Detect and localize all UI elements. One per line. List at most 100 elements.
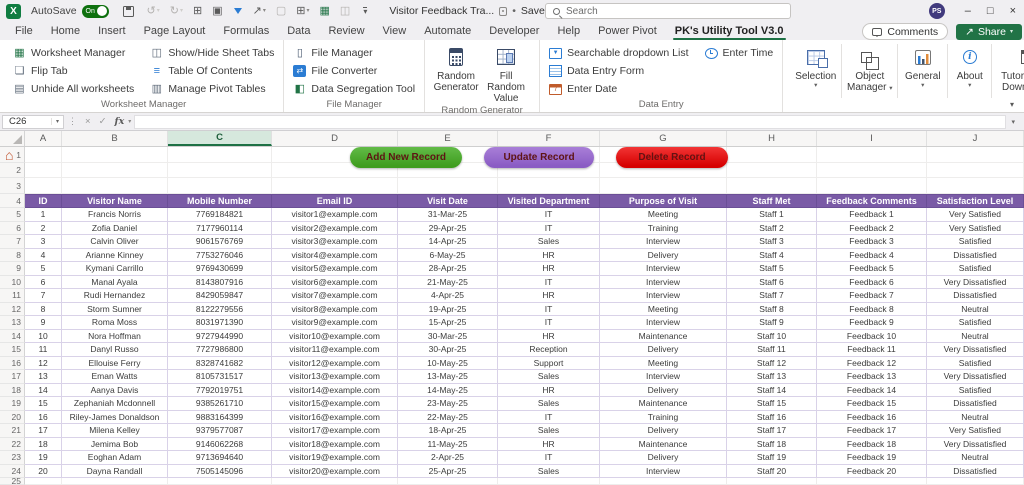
ribbon-tab-page-layout[interactable]: Page Layout xyxy=(135,22,215,40)
cell[interactable]: IT xyxy=(498,410,600,424)
cell[interactable]: Staff 16 xyxy=(727,410,817,424)
row-header-5[interactable]: 5 xyxy=(0,208,25,222)
sensitivity-icon[interactable] xyxy=(499,6,508,16)
cell[interactable]: 16 xyxy=(25,410,62,424)
cell[interactable]: Dissatisfied xyxy=(927,248,1024,262)
share-export-icon[interactable]: ↗ ▾ xyxy=(253,5,266,17)
button-fill-random-value[interactable]: Fill Random Value xyxy=(480,44,532,104)
row-header-4[interactable]: 4 xyxy=(0,194,25,208)
cell[interactable]: 7505145096 xyxy=(168,464,272,478)
cell[interactable]: Aanya Davis xyxy=(62,383,168,397)
cell[interactable]: 9146062268 xyxy=(168,437,272,451)
cell[interactable]: visitor2@example.com xyxy=(272,221,398,235)
row-header-18[interactable]: 18 xyxy=(0,383,25,397)
cell[interactable]: 2 xyxy=(25,221,62,235)
row-header-21[interactable]: 21 xyxy=(0,424,25,438)
cell[interactable]: Feedback 8 xyxy=(817,302,927,316)
cell[interactable]: visitor16@example.com xyxy=(272,410,398,424)
button-data-entry-form[interactable]: Data Entry Form xyxy=(547,65,690,77)
excel-logo-icon[interactable]: X xyxy=(6,3,21,19)
cell[interactable]: Feedback 16 xyxy=(817,410,927,424)
cell[interactable]: 7769184821 xyxy=(168,208,272,222)
formula-input[interactable] xyxy=(134,114,1007,129)
cell[interactable]: 9379577087 xyxy=(168,424,272,438)
cell[interactable]: Manal Ayala xyxy=(62,275,168,289)
cell[interactable] xyxy=(25,478,62,485)
cell[interactable]: Very Satisfied xyxy=(927,208,1024,222)
ribbon-tab-view[interactable]: View xyxy=(374,22,416,40)
cell[interactable]: visitor18@example.com xyxy=(272,437,398,451)
cell[interactable]: Interview xyxy=(600,464,727,478)
button-general[interactable]: General ▾ xyxy=(898,44,949,98)
column-header-e[interactable]: E xyxy=(398,131,498,146)
cell[interactable]: Satisfied xyxy=(927,356,1024,370)
cell[interactable] xyxy=(600,178,727,194)
row-header-19[interactable]: 19 xyxy=(0,397,25,411)
avatar[interactable]: PS xyxy=(928,3,945,19)
cell[interactable]: 18 xyxy=(25,437,62,451)
row-header-9[interactable]: 9 xyxy=(0,262,25,276)
ribbon-tab-power-pivot[interactable]: Power Pivot xyxy=(589,22,666,40)
ribbon-tab-insert[interactable]: Insert xyxy=(89,22,135,40)
cell[interactable]: HR xyxy=(498,437,600,451)
cell[interactable]: 7753276046 xyxy=(168,248,272,262)
cell[interactable]: Staff 1 xyxy=(727,208,817,222)
cell[interactable] xyxy=(62,178,168,194)
cell[interactable]: Feedback 6 xyxy=(817,275,927,289)
cell[interactable] xyxy=(727,178,817,194)
ribbon-tab-developer[interactable]: Developer xyxy=(480,22,548,40)
column-header-g[interactable]: G xyxy=(600,131,727,146)
cell[interactable]: Calvin Oliver xyxy=(62,235,168,249)
cell[interactable]: 22-May-25 xyxy=(398,410,498,424)
cell[interactable]: Satisfied xyxy=(927,235,1024,249)
cell[interactable]: Sales xyxy=(498,397,600,411)
cell[interactable]: visitor13@example.com xyxy=(272,370,398,384)
cell[interactable]: Storm Sumner xyxy=(62,302,168,316)
cell[interactable]: 9061576769 xyxy=(168,235,272,249)
row-header-13[interactable]: 13 xyxy=(0,316,25,330)
cell[interactable]: visitor9@example.com xyxy=(272,316,398,330)
column-header-f[interactable]: F xyxy=(498,131,600,146)
cell[interactable]: Ellouise Ferry xyxy=(62,356,168,370)
cell[interactable]: 21-May-25 xyxy=(398,275,498,289)
cell[interactable]: Neutral xyxy=(927,451,1024,465)
cell[interactable]: Very Satisfied xyxy=(927,424,1024,438)
cell[interactable]: Feedback 15 xyxy=(817,397,927,411)
cell[interactable]: visitor11@example.com xyxy=(272,343,398,357)
cell[interactable]: 20 xyxy=(25,464,62,478)
ribbon-tab-home[interactable]: Home xyxy=(42,22,89,40)
cell[interactable] xyxy=(62,478,168,485)
cell[interactable]: Feedback 14 xyxy=(817,383,927,397)
cell[interactable]: Staff 5 xyxy=(727,262,817,276)
redo-dropdown-icon[interactable]: ▾ xyxy=(180,8,183,14)
cell[interactable]: HR xyxy=(498,262,600,276)
cell[interactable]: 3 xyxy=(25,235,62,249)
cell[interactable]: 9713694640 xyxy=(168,451,272,465)
button-enter-date[interactable]: Enter Date xyxy=(547,83,690,95)
cell[interactable]: Meeting xyxy=(600,208,727,222)
insert-function-dropdown-icon[interactable]: ▾ xyxy=(128,118,131,125)
cell[interactable] xyxy=(727,478,817,485)
cell[interactable]: HR xyxy=(498,289,600,303)
cell[interactable]: Neutral xyxy=(927,410,1024,424)
button-enter-time[interactable]: Enter Time xyxy=(703,47,776,59)
cell[interactable]: Milena Kelley xyxy=(62,424,168,438)
cell[interactable]: Interview xyxy=(600,235,727,249)
ribbon-tab-data[interactable]: Data xyxy=(278,22,319,40)
cell[interactable]: Satisfied xyxy=(927,316,1024,330)
cell[interactable]: Staff 14 xyxy=(727,383,817,397)
cell[interactable]: Satisfied xyxy=(927,262,1024,276)
cell[interactable]: Interview xyxy=(600,262,727,276)
cell[interactable]: Maintenance xyxy=(600,329,727,343)
row-header-6[interactable]: 6 xyxy=(0,221,25,235)
cell[interactable]: visitor17@example.com xyxy=(272,424,398,438)
cell[interactable]: Staff 6 xyxy=(727,275,817,289)
cell[interactable]: Staff 19 xyxy=(727,451,817,465)
minimize-button[interactable]: – xyxy=(965,5,971,17)
cell[interactable]: Nora Hoffman xyxy=(62,329,168,343)
cell[interactable]: 8328741682 xyxy=(168,356,272,370)
cell[interactable]: IT xyxy=(498,275,600,289)
cell[interactable]: visitor8@example.com xyxy=(272,302,398,316)
cell[interactable]: Delivery xyxy=(600,343,727,357)
comments-button[interactable]: Comments xyxy=(862,23,949,40)
